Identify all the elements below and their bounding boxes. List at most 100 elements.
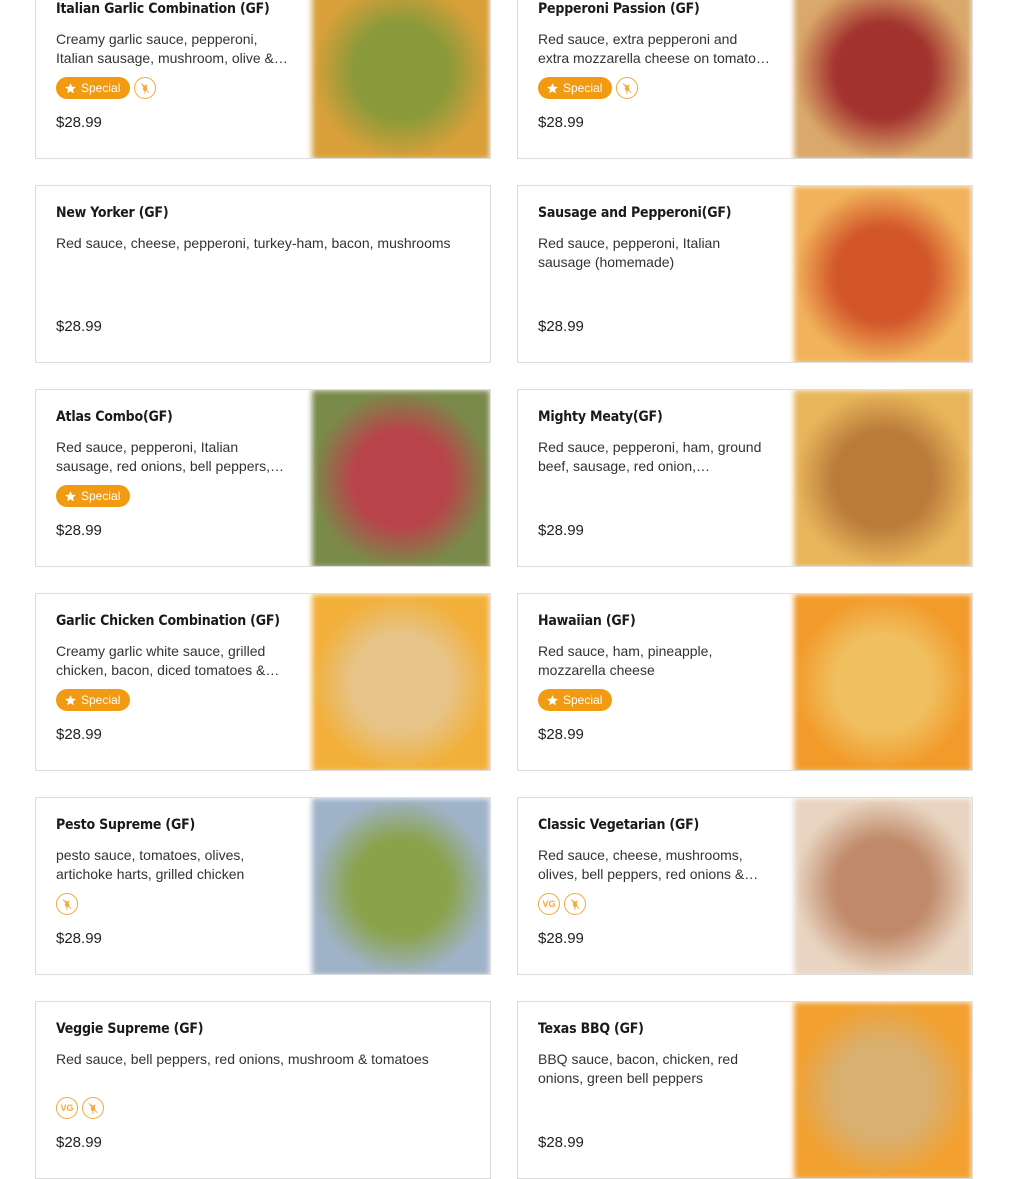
menu-item-content: Hawaiian (GF) Red sauce, ham, pineapple, … [538, 594, 772, 770]
menu-item-image[interactable] [794, 186, 972, 362]
star-icon [64, 694, 77, 707]
menu-item-image[interactable] [794, 1002, 972, 1178]
menu-item-card[interactable]: Sausage and Pepperoni(GF) Red sauce, pepp… [517, 185, 973, 363]
menu-item-card[interactable]: New Yorker (GF) Red sauce, cheese, pepper… [35, 185, 491, 363]
special-badge: Special [56, 77, 131, 99]
menu-item-description: Red sauce, pepperoni, Italian sausage, r… [56, 439, 271, 474]
menu-item-card[interactable]: Hawaiian (GF) Red sauce, ham, pineapple, … [517, 593, 973, 771]
menu-item-description: Red sauce, pepperoni, ham, ground beef, … [538, 439, 762, 474]
menu-item-title: Italian Garlic Combination (GF) [56, 1, 270, 17]
menu-item-price: $28.99 [538, 1134, 584, 1151]
menu-item-title: Sausage and Pepperoni(GF) [538, 205, 732, 221]
menu-item-price: $28.99 [538, 930, 584, 947]
menu-item-content: New Yorker (GF) Red sauce, cheese, pepper… [56, 186, 470, 362]
menu-item-card[interactable]: Pepperoni Passion (GF) Red sauce, extra p… [517, 0, 973, 159]
menu-item-image[interactable] [794, 0, 972, 158]
menu-item-description: Creamy garlic white sauce, grilled chick… [56, 643, 266, 678]
special-badge-label: Special [81, 693, 121, 707]
special-badge-label: Special [563, 81, 603, 95]
menu-item-content: Classic Vegetarian (GF) Red sauce, cheese… [538, 798, 772, 974]
star-icon [64, 490, 77, 503]
menu-item-title: New Yorker (GF) [56, 205, 169, 221]
menu-item-title: Atlas Combo(GF) [56, 409, 173, 425]
menu-item-content: Sausage and Pepperoni(GF) Red sauce, pepp… [538, 186, 772, 362]
menu-item-description: Red sauce, cheese, mushrooms, olives, be… [538, 847, 745, 882]
menu-item-description: BBQ sauce, bacon, chicken, red onions, g… [538, 1051, 738, 1086]
special-badge: Special [538, 689, 613, 711]
menu-item-content: Italian Garlic Combination (GF) Creamy ga… [56, 0, 290, 158]
special-badge-label: Special [81, 81, 121, 95]
menu-item-badges: VG [538, 891, 586, 917]
menu-item-card[interactable]: Texas BBQ (GF) BBQ sauce, bacon, chicken,… [517, 1001, 973, 1179]
menu-item-description: Red sauce, ham, pineapple, mozzarella ch… [538, 643, 713, 678]
menu-item-content: Pesto Supreme (GF) pesto sauce, tomatoes,… [56, 798, 290, 974]
special-badge-label: Special [81, 489, 121, 503]
menu-item-card[interactable]: Classic Vegetarian (GF) Red sauce, cheese… [517, 797, 973, 975]
menu-item-price: $28.99 [56, 522, 102, 539]
gluten-free-icon [56, 893, 78, 915]
menu-item-title: Pesto Supreme (GF) [56, 817, 196, 833]
menu-item-image[interactable] [794, 594, 972, 770]
gluten-free-icon [82, 1097, 104, 1119]
star-icon [64, 82, 77, 95]
menu-item-card[interactable]: Mighty Meaty(GF) Red sauce, pepperoni, ha… [517, 389, 973, 567]
menu-item-badges: VG [56, 1095, 104, 1121]
gluten-free-icon [564, 893, 586, 915]
menu-item-badges: Special [56, 687, 131, 713]
gluten-free-icon [616, 77, 639, 99]
menu-item-content: Garlic Chicken Combination (GF) Creamy ga… [56, 594, 290, 770]
menu-item-description: Red sauce, cheese, pepperoni, turkey-ham… [56, 235, 451, 251]
menu-item-card[interactable]: Veggie Supreme (GF) Red sauce, bell peppe… [35, 1001, 491, 1179]
menu-item-description: Red sauce, extra pepperoni and extra moz… [538, 31, 756, 66]
star-icon [546, 694, 559, 707]
menu-item-title: Garlic Chicken Combination (GF) [56, 613, 280, 629]
menu-item-title: Hawaiian (GF) [538, 613, 636, 629]
menu-item-badges: Special [538, 75, 639, 101]
menu-item-image[interactable] [794, 390, 972, 566]
special-badge: Special [538, 77, 613, 99]
menu-item-title: Pepperoni Passion (GF) [538, 1, 700, 17]
special-badge-label: Special [563, 693, 603, 707]
menu-item-card[interactable]: Garlic Chicken Combination (GF) Creamy ga… [35, 593, 491, 771]
menu-item-content: Veggie Supreme (GF) Red sauce, bell peppe… [56, 1002, 470, 1178]
menu-item-title: Classic Vegetarian (GF) [538, 817, 700, 833]
menu-item-price: $28.99 [56, 930, 102, 947]
menu-item-image[interactable] [312, 390, 490, 566]
menu-item-card[interactable]: Atlas Combo(GF) Red sauce, pepperoni, Ita… [35, 389, 491, 567]
vegetarian-icon: VG [538, 893, 560, 915]
menu-item-image[interactable] [312, 798, 490, 974]
star-icon [546, 82, 559, 95]
menu-item-content: Texas BBQ (GF) BBQ sauce, bacon, chicken,… [538, 1002, 772, 1178]
menu-item-badges: Special [56, 483, 131, 509]
menu-item-title: Texas BBQ (GF) [538, 1021, 644, 1037]
menu-item-price: $28.99 [56, 1134, 102, 1151]
menu-item-description: pesto sauce, tomatoes, olives, artichoke… [56, 847, 245, 882]
menu-item-price: $28.99 [538, 318, 584, 335]
menu-item-title: Veggie Supreme (GF) [56, 1021, 204, 1037]
menu-item-description: Red sauce, pepperoni, Italian sausage (h… [538, 235, 721, 270]
menu-item-price: $28.99 [538, 114, 584, 131]
menu-item-title: Mighty Meaty(GF) [538, 409, 663, 425]
menu-item-badges: Special [538, 687, 613, 713]
menu-item-image[interactable] [794, 798, 972, 974]
menu-item-card[interactable]: Pesto Supreme (GF) pesto sauce, tomatoes,… [35, 797, 491, 975]
menu-item-content: Pepperoni Passion (GF) Red sauce, extra p… [538, 0, 772, 158]
menu-item-price: $28.99 [56, 318, 102, 335]
special-badge: Special [56, 485, 131, 507]
menu-item-image[interactable] [312, 0, 490, 158]
menu-item-badges: Special [56, 75, 157, 101]
menu-item-badges [56, 891, 78, 917]
menu-item-card[interactable]: Italian Garlic Combination (GF) Creamy ga… [35, 0, 491, 159]
menu-item-price: $28.99 [538, 726, 584, 743]
menu-item-price: $28.99 [56, 726, 102, 743]
special-badge: Special [56, 689, 131, 711]
menu-item-content: Atlas Combo(GF) Red sauce, pepperoni, Ita… [56, 390, 290, 566]
menu-item-description: Creamy garlic sauce, pepperoni, Italian … [56, 31, 274, 66]
menu-item-content: Mighty Meaty(GF) Red sauce, pepperoni, ha… [538, 390, 772, 566]
menu-item-price: $28.99 [538, 522, 584, 539]
menu-item-image[interactable] [312, 594, 490, 770]
menu-item-price: $28.99 [56, 114, 102, 131]
gluten-free-icon [134, 77, 157, 99]
menu-item-description: Red sauce, bell peppers, red onions, mus… [56, 1051, 429, 1067]
vegetarian-icon: VG [56, 1097, 78, 1119]
